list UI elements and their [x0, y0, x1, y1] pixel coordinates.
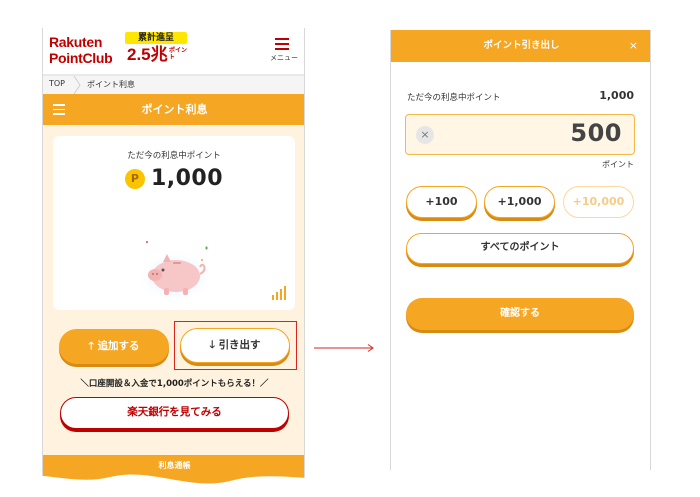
- add-10000-button[interactable]: +10,000: [563, 186, 634, 218]
- page-title: ポイント利息: [141, 103, 208, 116]
- current-points-value: 1,000: [599, 89, 634, 102]
- view-rakuten-bank-button[interactable]: 楽天銀行を見てみる: [60, 397, 289, 429]
- logo-line-1: Rakuten: [49, 34, 103, 50]
- close-icon[interactable]: ×: [629, 39, 638, 53]
- add-points-button[interactable]: 🡑 追加する: [59, 329, 169, 364]
- interest-screen: Rakuten PointClub 累計進呈 2.5兆 ポイント メニュー TO…: [42, 28, 305, 488]
- campaign-banner[interactable]: 累計進呈 2.5兆 ポイント: [125, 32, 187, 68]
- confirm-button[interactable]: 確認する: [406, 298, 634, 330]
- withdraw-dialog: ポイント引き出し × ただ今の利息中ポイント 1,000 × 500 ポイント …: [390, 30, 651, 470]
- points-value-row: P 1,000: [53, 166, 295, 191]
- clear-icon[interactable]: ×: [416, 126, 434, 144]
- campaign-unit: ポイント: [169, 47, 188, 62]
- points-label: ただ今の利息中ポイント: [127, 151, 221, 161]
- amount-unit: ポイント: [602, 160, 634, 169]
- torn-edge-decoration: [0, 474, 700, 497]
- add-100-button[interactable]: +100: [406, 186, 477, 218]
- add-button-label: 追加する: [97, 340, 140, 352]
- logo-line-2: PointClub: [49, 50, 113, 66]
- dialog-title: ポイント引き出し: [483, 40, 560, 51]
- current-points-label: ただ今の利息中ポイント: [407, 93, 501, 103]
- menu-button[interactable]: メニュー: [270, 36, 298, 68]
- withdraw-amount-input[interactable]: × 500: [405, 114, 635, 155]
- breadcrumb-current: ポイント利息: [87, 80, 135, 89]
- promo-text: ＼口座開設＆入金で1,000ポイントもらえる！／: [80, 379, 269, 389]
- points-value: 1,000: [150, 166, 224, 191]
- arrow-up-icon: 🡑: [88, 340, 94, 352]
- point-coin-icon: P: [124, 168, 145, 189]
- arrow-down-icon: 🡓: [209, 339, 215, 351]
- page-title-bar: ポイント利息: [43, 94, 304, 125]
- all-points-button[interactable]: すべてのポイント: [406, 233, 634, 264]
- piggy-bank-icon: [136, 241, 216, 302]
- bar-chart-icon[interactable]: [271, 286, 287, 300]
- campaign-amount: 2.5兆: [127, 45, 168, 64]
- breadcrumb-chevron-icon: [73, 76, 81, 94]
- campaign-label: 累計進呈: [125, 32, 187, 44]
- rakuten-pointclub-logo[interactable]: Rakuten PointClub: [49, 34, 113, 66]
- withdraw-points-button[interactable]: 🡓 引き出す: [180, 328, 290, 363]
- hamburger-menu-icon: [270, 36, 294, 50]
- breadcrumb: TOP ポイント利息: [43, 74, 304, 94]
- withdraw-amount-value: 500: [570, 119, 622, 147]
- menu-label: メニュー: [270, 54, 298, 62]
- add-1000-button[interactable]: +1,000: [484, 186, 555, 218]
- withdraw-button-label: 引き出す: [218, 339, 261, 351]
- interest-body: ただ今の利息中ポイント P 1,000 🡑 追加する 🡓 引き出す ＼口座開設＆…: [43, 125, 304, 488]
- flow-arrow-icon: [314, 344, 374, 352]
- breadcrumb-top-link[interactable]: TOP: [49, 79, 65, 88]
- points-card: ただ今の利息中ポイント P 1,000: [53, 136, 295, 310]
- site-header: Rakuten PointClub 累計進呈 2.5兆 ポイント メニュー: [43, 28, 304, 74]
- dialog-header: ポイント引き出し ×: [391, 30, 650, 62]
